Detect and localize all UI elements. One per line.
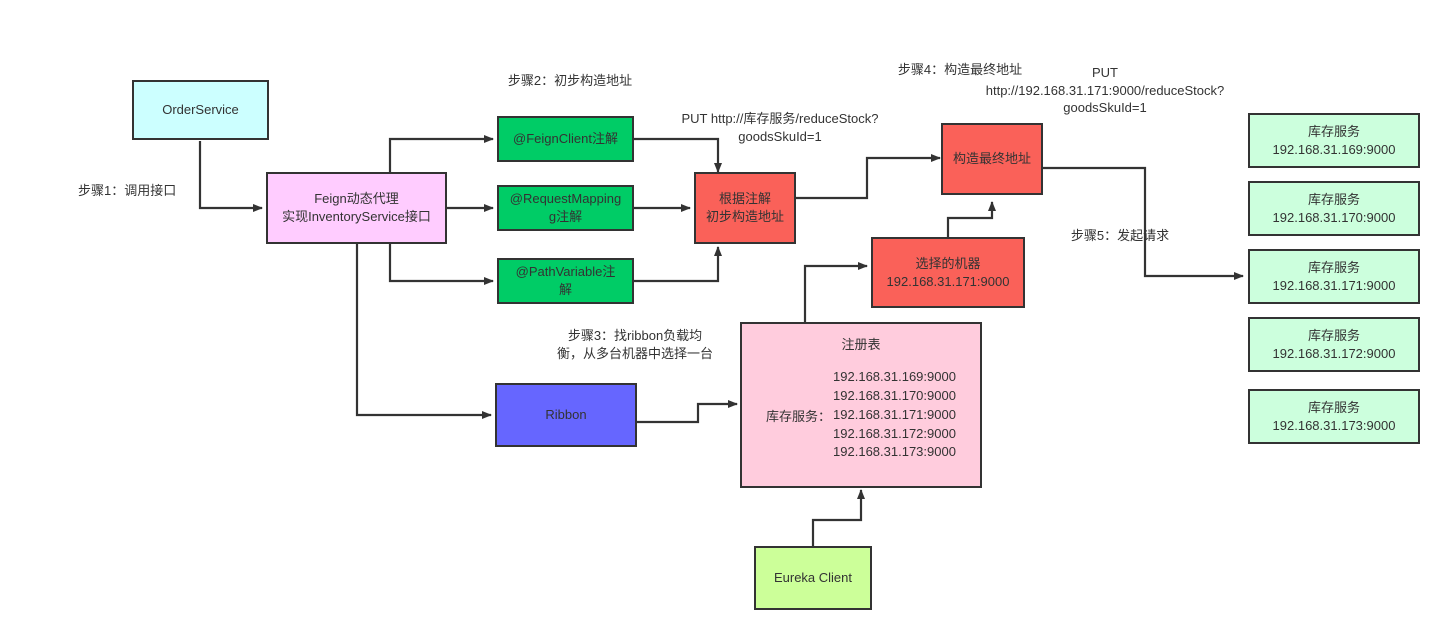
node-inventory-service-170[interactable]: 库存服务 192.168.31.170:9000 <box>1248 181 1420 236</box>
node-pathvariable-annotation[interactable]: @PathVariable注 解 <box>497 258 634 304</box>
inventory-service-173-text: 库存服务 192.168.31.173:9000 <box>1272 399 1396 433</box>
node-selected-machine[interactable]: 选择的机器 192.168.31.171:9000 <box>871 237 1025 308</box>
registry-value-list: 192.168.31.169:9000 192.168.31.170:9000 … <box>833 369 956 460</box>
registry-key-label: 库存服务： <box>766 408 832 424</box>
node-requestmapping-annotation[interactable]: @RequestMapping g注解 <box>497 185 634 231</box>
label-put-final-url: PUT http://192.168.31.171:9000/reduceSto… <box>985 65 1225 116</box>
label-step3: 步骤3：找ribbon负载均 衡，从多台机器中选择一台 <box>556 328 713 361</box>
label-step1: 步骤1：调用接口 <box>78 183 177 198</box>
node-build-initial-address[interactable]: 根据注解 初步构造地址 <box>694 172 796 244</box>
registry-title: 注册表 <box>841 337 881 352</box>
node-eureka-client[interactable]: Eureka Client <box>754 546 872 610</box>
inventory-service-169-text: 库存服务 192.168.31.169:9000 <box>1272 123 1396 157</box>
node-inventory-service-172[interactable]: 库存服务 192.168.31.172:9000 <box>1248 317 1420 372</box>
node-ribbon[interactable]: Ribbon <box>495 383 637 447</box>
node-order-service[interactable]: OrderService <box>132 80 269 140</box>
node-inventory-service-171[interactable]: 库存服务 192.168.31.171:9000 <box>1248 249 1420 304</box>
edge-initial-to-final <box>796 154 941 200</box>
node-registry-table[interactable]: 注册表 库存服务： 192.168.31.169:9000 192.168.31… <box>740 322 982 488</box>
label-step5: 步骤5：发起请求 <box>1070 228 1170 243</box>
edge-selected-to-final <box>946 201 996 237</box>
edge-pathvariable-to-initial <box>634 246 722 283</box>
edge-feign-to-ribbon <box>355 244 492 419</box>
label-step2: 步骤2：初步构造地址 <box>507 73 633 88</box>
inventory-service-172-text: 库存服务 192.168.31.172:9000 <box>1272 327 1396 361</box>
node-feignclient-annotation[interactable]: @FeignClient注解 <box>497 116 634 162</box>
edge-final-to-inventory171 <box>1043 166 1244 280</box>
node-inventory-service-173[interactable]: 库存服务 192.168.31.173:9000 <box>1248 389 1420 444</box>
inventory-service-170-text: 库存服务 192.168.31.170:9000 <box>1272 191 1396 225</box>
edge-ribbon-to-registry <box>637 400 738 424</box>
inventory-service-171-text: 库存服务 192.168.31.171:9000 <box>1272 259 1396 293</box>
registry-body: 库存服务： 192.168.31.169:9000 192.168.31.170… <box>742 368 980 462</box>
node-feign-dynamic-proxy[interactable]: Feign动态代理 实现InventoryService接口 <box>266 172 447 244</box>
node-inventory-service-169[interactable]: 库存服务 192.168.31.169:9000 <box>1248 113 1420 168</box>
node-build-final-address[interactable]: 构造最终地址 <box>941 123 1043 195</box>
edge-feign-to-pathvariable <box>388 244 494 285</box>
label-put-service-url: PUT http://库存服务/reduceStock? goodsSkuId=… <box>681 111 879 144</box>
edge-eureka-to-registry <box>811 489 865 546</box>
edge-registry-to-selected <box>803 262 868 322</box>
diagram-canvas: OrderService Feign动态代理 实现InventoryServic… <box>0 0 1452 644</box>
edge-feign-to-feignclient <box>388 135 494 172</box>
